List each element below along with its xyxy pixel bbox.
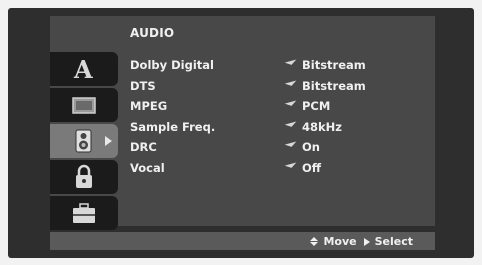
pointer-icon <box>284 121 298 129</box>
setting-row-vocal[interactable]: Vocal Off <box>130 161 430 179</box>
setting-row-dolby-digital[interactable]: Dolby Digital Bitstream <box>130 58 430 76</box>
setting-label: Dolby Digital <box>130 58 214 72</box>
sidebar-item-display[interactable] <box>50 88 118 122</box>
pointer-icon <box>284 59 298 67</box>
setting-row-dts[interactable]: DTS Bitstream <box>130 79 430 97</box>
sidebar-item-lock[interactable] <box>50 160 118 194</box>
setting-label: MPEG <box>130 99 168 113</box>
setting-value: Off <box>302 161 322 175</box>
pointer-icon <box>284 100 298 108</box>
menu-title: AUDIO <box>130 26 175 40</box>
sidebar: A <box>50 48 120 230</box>
up-down-icon <box>310 237 319 246</box>
speaker-icon <box>75 129 92 153</box>
active-arrow-icon <box>105 136 112 146</box>
toolbox-icon <box>73 203 95 223</box>
sidebar-item-audio[interactable] <box>50 124 118 158</box>
sidebar-item-others[interactable] <box>50 196 118 230</box>
lock-icon <box>76 164 92 188</box>
setting-value: PCM <box>302 99 331 113</box>
setting-label: DRC <box>130 140 157 154</box>
pointer-icon <box>284 80 298 88</box>
select-label: Select <box>374 235 413 248</box>
setting-value: Bitstream <box>302 79 366 93</box>
select-arrow-icon <box>363 237 370 246</box>
setting-value: 48kHz <box>302 120 342 134</box>
pointer-icon <box>284 141 298 149</box>
setting-label: Sample Freq. <box>130 120 216 134</box>
setting-row-mpeg[interactable]: MPEG PCM <box>130 99 430 117</box>
setting-row-drc[interactable]: DRC On <box>130 140 430 158</box>
setting-row-sample-freq[interactable]: Sample Freq. 48kHz <box>130 120 430 138</box>
svg-text:A: A <box>73 56 93 82</box>
move-label: Move <box>323 235 357 248</box>
sidebar-item-language[interactable]: A <box>50 52 118 86</box>
help-bar: Move Select <box>50 232 435 250</box>
display-icon <box>72 97 96 114</box>
setting-value: Bitstream <box>302 58 366 72</box>
setting-label: Vocal <box>130 161 165 175</box>
setting-value: On <box>302 140 320 154</box>
language-icon: A <box>73 56 93 82</box>
setting-label: DTS <box>130 79 156 93</box>
pointer-icon <box>284 162 298 170</box>
navigation-hint: Move Select <box>310 235 413 248</box>
